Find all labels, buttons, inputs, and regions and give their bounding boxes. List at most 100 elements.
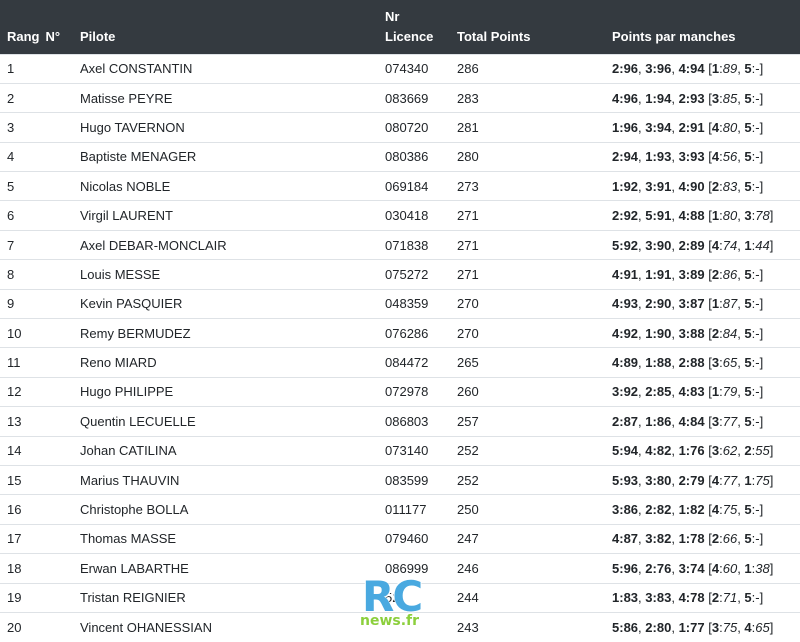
cell-total: 250 <box>457 494 612 525</box>
cell-licence: 076286 <box>385 318 457 348</box>
manche-number: 2 <box>612 208 620 224</box>
manche-points: 90 <box>656 237 672 253</box>
dropped-points-value: 44 <box>755 237 770 253</box>
manche-score: 3:86 <box>612 502 639 518</box>
dropped-manche-points: :80 <box>719 119 738 135</box>
dropped-manche-points: :86 <box>719 266 738 282</box>
manche-score: 1:76 <box>678 443 705 459</box>
dropped-manche-points: :60 <box>719 560 738 576</box>
dropped-manche-points: :77 <box>719 413 738 429</box>
manche-points: 80 <box>656 472 672 488</box>
dropped-manche-points: :- <box>751 178 760 194</box>
dropped-manche-number: 5 <box>744 590 752 606</box>
cell-total: 246 <box>457 553 612 584</box>
manche-score: 3:88 <box>678 325 705 341</box>
cell-pilote: Hugo PHILIPPE <box>80 376 385 407</box>
table-row: 11 Reno MIARD 084472 265 4:89, 1:88, 2:88 [3… <box>0 347 800 378</box>
manche-score: 5:92 <box>612 237 639 253</box>
dropped-manche-points: :84 <box>719 325 738 341</box>
cell-rang: 2 <box>0 82 80 113</box>
dropped-manche-number: 1 <box>744 560 752 576</box>
manche-points: 91 <box>690 119 705 135</box>
col-total-header: Total Points <box>457 28 531 44</box>
dropped-points-value: 89 <box>722 61 738 77</box>
manche-number: 4 <box>678 590 686 606</box>
cell-licence: 071838 <box>385 229 457 260</box>
cell-licence: 079460 <box>385 523 457 554</box>
dropped-manche-points: :75 <box>719 502 738 518</box>
manche-points: 93 <box>690 149 705 165</box>
dropped-points-value: 60 <box>722 560 738 576</box>
col-manches-header: Points par manches <box>612 28 736 44</box>
cell-total: 280 <box>457 141 612 172</box>
manche-score: 3:93 <box>678 149 705 165</box>
dropped-points-value: 75 <box>755 472 770 488</box>
cell-rang: 3 <box>0 112 80 143</box>
manche-number: 3 <box>678 149 686 165</box>
dropped-manche-number: 1 <box>711 296 720 312</box>
dropped-points-value: - <box>755 325 760 341</box>
cell-licence: 084472 <box>385 347 457 378</box>
cell-total: 247 <box>457 523 612 554</box>
manche-number: 2 <box>645 296 653 312</box>
manche-number: 2 <box>678 90 686 106</box>
manche-number: 5 <box>645 208 653 224</box>
dropped-points-value: 84 <box>722 325 738 341</box>
manche-score: 3:83 <box>645 590 672 606</box>
manche-points: 90 <box>656 296 672 312</box>
manche-number: 2 <box>645 619 653 635</box>
dropped-manche-number: 5 <box>744 266 752 282</box>
table-row: 3 Hugo TAVERNON 080720 281 1:96, 3:94, 2:91 … <box>0 112 800 143</box>
manche-points: 94 <box>656 119 672 135</box>
manche-number: 3 <box>645 237 653 253</box>
manche-score: 1:78 <box>678 531 705 547</box>
table-row: 13 Quentin LECUELLE 086803 257 2:87, 1:86, 4… <box>0 406 800 437</box>
cell-licence: 080720 <box>385 112 457 143</box>
cell-rang: 19 <box>0 582 80 613</box>
cell-pilote: Johan CATILINA <box>80 435 385 466</box>
cell-manches: 5:96, 2:76, 3:74 [4:60, 1:38] <box>612 553 800 584</box>
dropped-manche-points: :75 <box>719 619 738 635</box>
dropped-manche-number: 3 <box>711 90 720 106</box>
table-body: 1 Axel CONSTANTIN 074340 286 2:96, 3:96, 4:9… <box>0 53 800 642</box>
dropped-manche-number: 3 <box>711 413 720 429</box>
dropped-manche-points: :83 <box>719 178 738 194</box>
manche-points: 91 <box>656 208 672 224</box>
cell-rang: 1 <box>0 53 80 84</box>
table-header: Rang N° Pilote Nr Licence Total Points Po… <box>0 0 800 54</box>
manche-points: 94 <box>690 61 705 77</box>
cell-total: 265 <box>457 347 612 378</box>
manche-number: 1 <box>645 355 653 371</box>
cell-total: 260 <box>457 376 612 407</box>
col-licence-header: Nr Licence <box>385 0 457 54</box>
table-row: 10 Remy BERMUDEZ 076286 270 4:92, 1:90, 3:88… <box>0 318 800 348</box>
dropped-manche-points: :75 <box>751 472 770 488</box>
manche-number: 2 <box>678 355 686 371</box>
cell-manches: 5:94, 4:82, 1:76 [3:62, 2:55] <box>612 435 800 466</box>
manche-score: 4:93 <box>612 296 639 312</box>
manche-points: 84 <box>690 413 705 429</box>
cell-licence: 048359 <box>385 288 457 319</box>
rang-label: Rang <box>7 28 40 44</box>
manche-points: 79 <box>690 472 705 488</box>
table-row: 7 Axel DEBAR-MONCLAIR 071838 271 5:92, 3:90,… <box>0 229 800 260</box>
cell-pilote: Christophe BOLLA <box>80 494 385 525</box>
manche-score: 4:78 <box>678 590 705 606</box>
dropped-points-value: 65 <box>755 619 770 635</box>
manche-number: 4 <box>678 61 686 77</box>
dropped-manche-points: :77 <box>719 472 738 488</box>
manche-number: 1 <box>645 90 653 106</box>
manche-number: 5 <box>612 443 620 459</box>
table-row: 15 Marius THAUVIN 083599 252 5:93, 3:80, 2:7… <box>0 464 800 495</box>
manche-number: 5 <box>612 472 620 488</box>
manche-points: 90 <box>690 178 705 194</box>
dropped-manche-points: :79 <box>719 384 738 400</box>
manche-number: 3 <box>678 296 686 312</box>
cell-pilote: Hugo TAVERNON <box>80 112 385 143</box>
table-row: 4 Baptiste MENAGER 080386 280 2:94, 1:93, 3:… <box>0 141 800 172</box>
dropped-manche-number: 2 <box>744 443 752 459</box>
cell-pilote: Baptiste MENAGER <box>80 141 385 172</box>
manche-score: 2:93 <box>678 90 705 106</box>
cell-rang: 6 <box>0 200 80 231</box>
cell-total: 271 <box>457 200 612 231</box>
